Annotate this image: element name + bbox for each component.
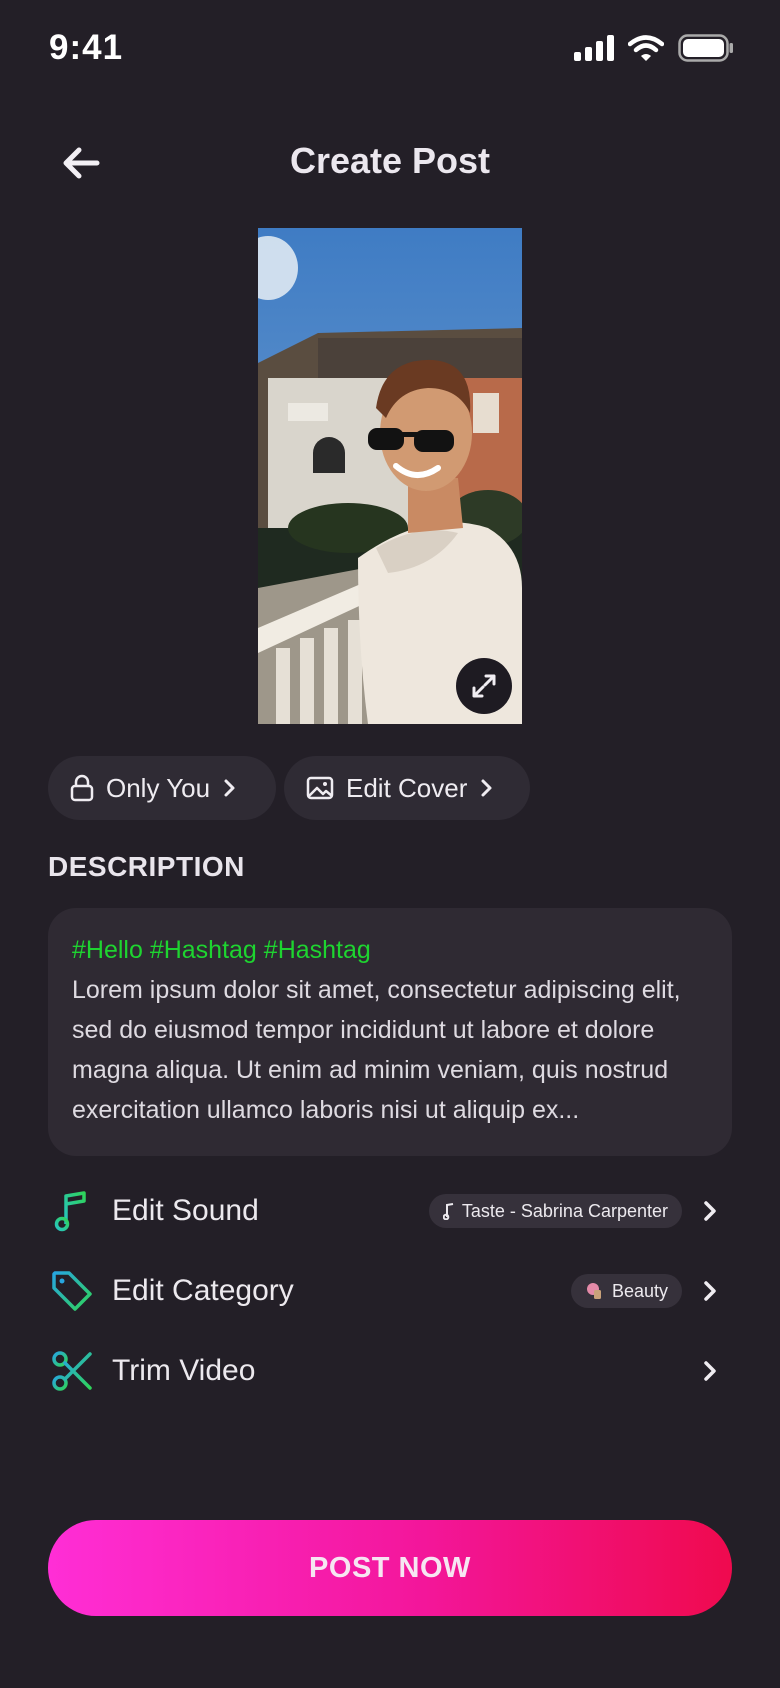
description-text: Lorem ipsum dolor sit amet, consectetur … — [72, 976, 681, 1124]
edit-sound-row[interactable]: Edit Sound Taste - Sabrina Carpenter — [48, 1179, 732, 1243]
chevron-right-icon — [704, 1201, 716, 1221]
category-value: Beauty — [611, 1280, 668, 1301]
tag-icon — [52, 1271, 92, 1311]
video-thumbnail[interactable] — [258, 228, 522, 724]
edit-cover-button[interactable]: Edit Cover — [284, 756, 530, 820]
chevron-right-icon — [224, 779, 235, 797]
status-time: 9:41 — [49, 28, 124, 67]
edit-category-label: Edit Category — [112, 1274, 294, 1307]
trim-video-row[interactable]: Trim Video — [48, 1339, 732, 1403]
status-icons — [574, 34, 734, 62]
wifi-icon — [628, 35, 664, 61]
chevron-right-icon — [481, 779, 492, 797]
edit-sound-label: Edit Sound — [112, 1194, 259, 1227]
description-heading: DESCRIPTION — [48, 851, 245, 882]
trim-video-label: Trim Video — [112, 1354, 256, 1387]
sound-value: Taste - Sabrina Carpenter — [461, 1200, 668, 1221]
beauty-emoji-icon — [586, 1283, 601, 1299]
video-preview-image — [258, 228, 522, 724]
sound-value-badge: Taste - Sabrina Carpenter — [428, 1194, 682, 1228]
description-field[interactable]: #Hello #Hashtag #Hashtag Lorem ipsum dol… — [48, 908, 732, 1156]
image-icon — [306, 776, 334, 800]
chevron-right-icon — [704, 1361, 716, 1381]
category-value-badge: Beauty — [570, 1274, 682, 1308]
scissors-icon — [52, 1351, 92, 1391]
music-note-small-icon — [442, 1203, 454, 1220]
expand-preview-button[interactable] — [456, 658, 512, 714]
battery-icon — [678, 34, 733, 62]
privacy-selector[interactable]: Only You — [48, 756, 276, 820]
edit-cover-label: Edit Cover — [346, 772, 468, 803]
expand-icon — [472, 674, 496, 698]
music-note-icon — [54, 1191, 86, 1232]
description-hashtags: #Hello #Hashtag #Hashtag — [72, 936, 371, 964]
chevron-right-icon — [704, 1281, 716, 1301]
page-title: Create Post — [289, 140, 491, 181]
edit-category-row[interactable]: Edit Category Beauty — [48, 1259, 732, 1323]
post-now-button[interactable]: POST NOW — [48, 1520, 732, 1616]
privacy-label: Only You — [106, 772, 211, 803]
lock-icon — [70, 774, 94, 802]
signal-icon — [574, 35, 614, 61]
